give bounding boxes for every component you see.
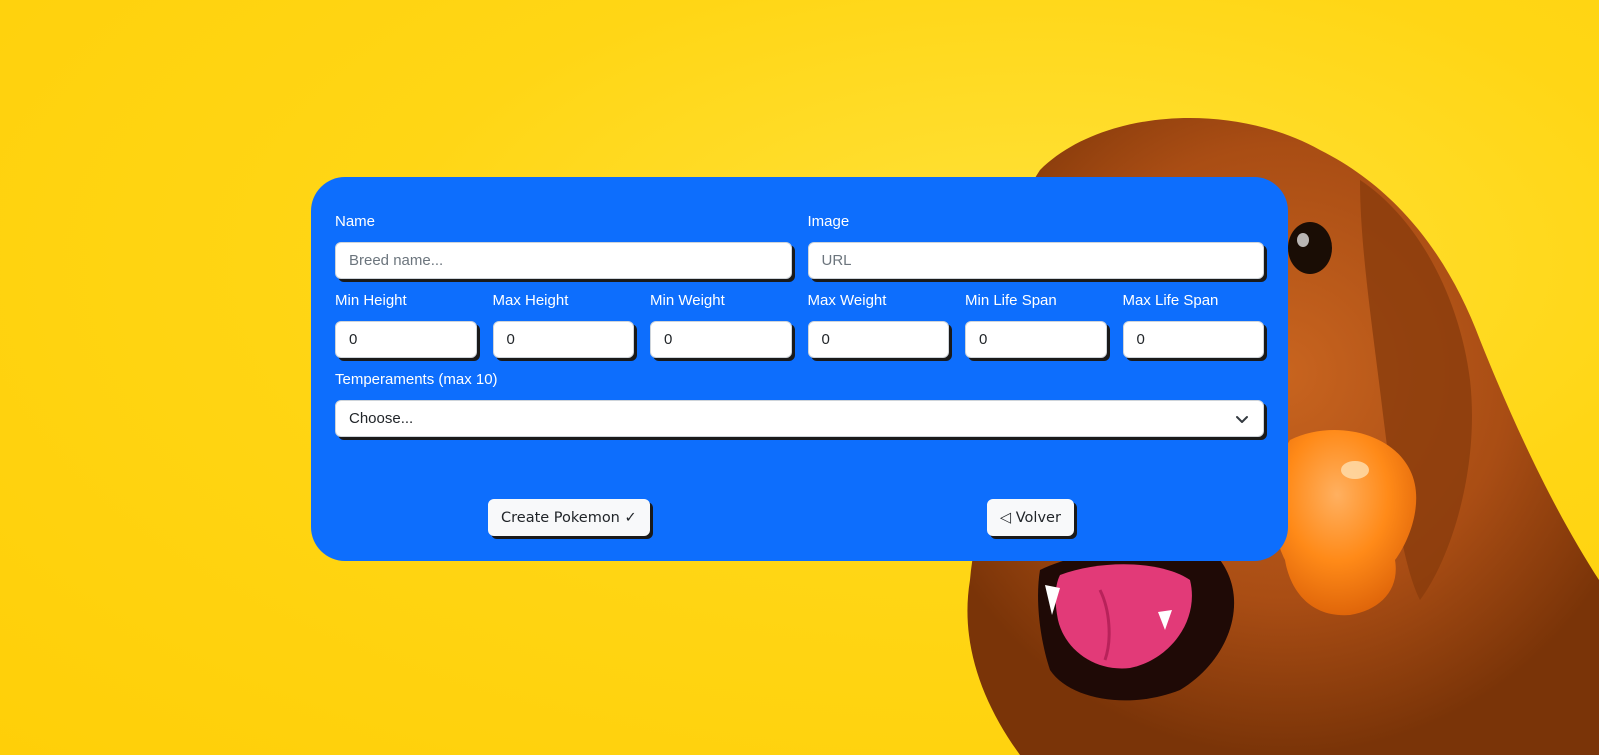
max-height-label: Max Height bbox=[492, 292, 569, 309]
max-height-input[interactable] bbox=[492, 321, 634, 358]
min-weight-label: Min Weight bbox=[650, 292, 725, 309]
create-pokemon-button[interactable]: Create Pokemon ✓ bbox=[488, 499, 650, 536]
min-life-span-input[interactable] bbox=[965, 321, 1107, 358]
temperaments-selected-value: Choose... bbox=[349, 410, 414, 427]
min-height-input[interactable] bbox=[335, 321, 477, 358]
min-height-label: Min Height bbox=[335, 292, 407, 309]
form-row-basic: Name Image bbox=[335, 213, 1264, 279]
min-life-span-field-group: Min Life Span bbox=[965, 292, 1107, 358]
temperaments-select[interactable]: Choose... bbox=[335, 400, 1264, 437]
max-weight-input[interactable] bbox=[807, 321, 949, 358]
min-weight-field-group: Min Weight bbox=[650, 292, 792, 358]
name-field-group: Name bbox=[335, 213, 792, 279]
min-life-span-label: Min Life Span bbox=[965, 292, 1057, 309]
min-height-field-group: Min Height bbox=[335, 292, 477, 358]
min-weight-input[interactable] bbox=[650, 321, 792, 358]
max-life-span-input[interactable] bbox=[1122, 321, 1264, 358]
form-actions: Create Pokemon ✓ ◁ Volver bbox=[311, 499, 1288, 537]
max-life-span-label: Max Life Span bbox=[1122, 292, 1219, 309]
max-life-span-field-group: Max Life Span bbox=[1122, 292, 1264, 358]
image-url-input[interactable] bbox=[807, 242, 1264, 279]
max-weight-label: Max Weight bbox=[807, 292, 887, 309]
max-weight-field-group: Max Weight bbox=[807, 292, 949, 358]
temperaments-label: Temperaments (max 10) bbox=[335, 371, 498, 388]
back-button[interactable]: ◁ Volver bbox=[987, 499, 1074, 536]
chevron-down-icon bbox=[1236, 415, 1248, 423]
form-row-measures: Min Height Max Height Min Weight Max Wei… bbox=[335, 292, 1264, 358]
image-field-group: Image bbox=[807, 213, 1264, 279]
temperaments-field-group: Temperaments (max 10) Choose... bbox=[335, 371, 1264, 437]
image-label: Image bbox=[807, 213, 850, 230]
max-height-field-group: Max Height bbox=[492, 292, 634, 358]
name-label: Name bbox=[335, 213, 376, 230]
name-input[interactable] bbox=[335, 242, 792, 279]
create-breed-form: Name Image Min Height Max Height Min Wei… bbox=[311, 177, 1288, 561]
